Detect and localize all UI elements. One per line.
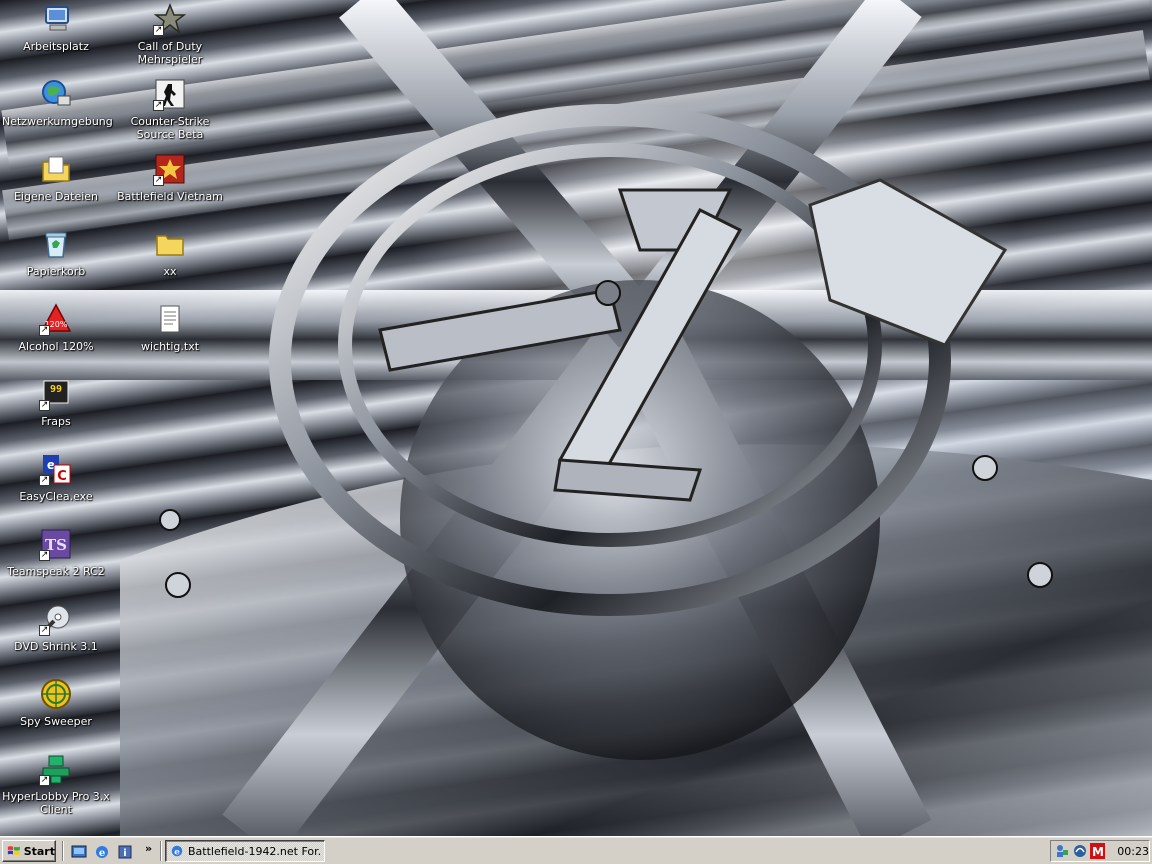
- taskbar-item-label: Battlefield-1942.net For...: [188, 844, 320, 858]
- desktop-icon-label: Eigene Dateien: [13, 190, 99, 203]
- my-computer-icon: [39, 2, 73, 36]
- shortcut-arrow-icon: ↗: [153, 100, 164, 111]
- tray-m-icon[interactable]: M: [1090, 843, 1106, 859]
- desktop-icon-eigene-dateien[interactable]: Eigene Dateien: [1, 152, 111, 222]
- shortcut-arrow-icon: ↗: [39, 400, 50, 411]
- hyperlobby-icon: ↗: [39, 752, 73, 786]
- shortcut-arrow-icon: ↗: [39, 325, 50, 336]
- svg-text:M: M: [1092, 845, 1104, 858]
- browser-window-icon: e: [171, 845, 183, 858]
- shortcut-arrow-icon: ↗: [39, 550, 50, 561]
- start-label: Start: [23, 844, 55, 858]
- my-documents-icon: [39, 152, 73, 186]
- spy-sweeper-icon: [39, 677, 73, 711]
- easyclea-icon: eC ↗: [39, 452, 73, 486]
- desktop-icon-alcohol-120[interactable]: 120% ↗ Alcohol 120%: [1, 302, 111, 372]
- network-user-icon: [1056, 845, 1068, 857]
- desktop-icon-label: Teamspeak 2 RC2: [7, 565, 105, 578]
- start-button[interactable]: Start: [2, 840, 56, 862]
- desktop-icon-arbeitsplatz[interactable]: Arbeitsplatz: [1, 2, 111, 72]
- quick-launch-more-button[interactable]: »: [145, 842, 152, 855]
- quick-launch-internet-explorer[interactable]: e: [93, 843, 111, 861]
- desktop-icon-netzwerkumgebung[interactable]: Netzwerkumgebung: [1, 77, 113, 147]
- desktop-icon-label: Spy Sweeper: [20, 715, 92, 728]
- desktop-icon-label: EasyClea.exe: [19, 490, 93, 503]
- desktop-icon-label: Alcohol 120%: [18, 340, 94, 353]
- shortcut-arrow-icon: ↗: [39, 475, 50, 486]
- svg-text:e: e: [99, 848, 105, 859]
- letter-m-icon: M: [1092, 845, 1104, 858]
- fraps-icon: 99 ↗: [39, 377, 73, 411]
- battlefield-vietnam-icon: ↗: [153, 152, 187, 186]
- desktop-icon-label: xx: [163, 265, 177, 278]
- internet-explorer-icon: e: [96, 846, 108, 859]
- network-places-icon: [39, 77, 73, 111]
- desktop-icon-label: Fraps: [41, 415, 71, 428]
- desktop-icon-hyperlobby[interactable]: ↗ HyperLobby Pro 3.x Client: [1, 752, 111, 822]
- counter-strike-icon: ↗: [153, 77, 187, 111]
- desktop-icon-wichtig-txt[interactable]: wichtig.txt: [115, 302, 225, 372]
- svg-text:99: 99: [50, 384, 62, 395]
- desktop-icon-label: Netzwerkumgebung: [2, 115, 113, 128]
- desktop-icon-label: Arbeitsplatz: [23, 40, 89, 53]
- call-of-duty-icon: ↗: [153, 2, 187, 36]
- desktop-icon-label: Papierkorb: [26, 265, 86, 278]
- svg-text:C: C: [57, 469, 67, 484]
- desktop-icon-label: wichtig.txt: [140, 340, 200, 353]
- shortcut-arrow-icon: ↗: [153, 25, 164, 36]
- desktop-icon-spy-sweeper[interactable]: Spy Sweeper: [1, 677, 111, 747]
- teamspeak-icon: TS ↗: [39, 527, 73, 561]
- svg-text:i: i: [123, 848, 126, 859]
- desktop-icon-battlefield-vietnam[interactable]: ↗ Battlefield Vietnam: [115, 152, 225, 222]
- desktop-icon-counter-strike[interactable]: ↗ Counter-Strike Source Beta: [115, 77, 225, 147]
- desktop-icon-teamspeak[interactable]: TS ↗ Teamspeak 2 RC2: [1, 527, 111, 597]
- desktop-icon-folder-xx[interactable]: xx: [115, 227, 225, 297]
- desktop-icon-label: HyperLobby Pro 3.x Client: [2, 790, 110, 816]
- shortcut-arrow-icon: ↗: [39, 625, 50, 636]
- taskbar-item-battlefield-forum[interactable]: e Battlefield-1942.net For...: [165, 840, 325, 862]
- system-tray: M 00:23: [1050, 840, 1150, 862]
- info-icon: i: [118, 845, 132, 859]
- desktop-icon-papierkorb[interactable]: Papierkorb: [1, 227, 111, 297]
- quick-launch-show-desktop[interactable]: [70, 843, 88, 861]
- shortcut-arrow-icon: ↗: [39, 775, 50, 786]
- taskbar-separator: [62, 841, 64, 861]
- desktop-icon-easyclea[interactable]: eC ↗ EasyClea.exe: [1, 452, 111, 522]
- dvd-shrink-icon: ↗: [39, 602, 73, 636]
- folder-icon: [153, 227, 187, 261]
- quick-launch-media[interactable]: i: [116, 843, 134, 861]
- text-file-icon: [153, 302, 187, 336]
- desktop-icon-fraps[interactable]: 99 ↗ Fraps: [1, 377, 111, 447]
- clock[interactable]: 00:23: [1117, 845, 1149, 858]
- taskbar-separator: [160, 841, 162, 861]
- svg-text:e: e: [174, 848, 180, 858]
- shortcut-arrow-icon: ↗: [153, 175, 164, 186]
- taskbar: Start e i » e Battlefield-1942.net For..…: [0, 836, 1152, 864]
- desktop-icon-label: Call of Duty Mehrspieler: [137, 40, 203, 66]
- desktop[interactable]: Arbeitsplatz Netzwerkumgebung Eigene Dat…: [0, 0, 1152, 836]
- alcohol-120-icon: 120% ↗: [39, 302, 73, 336]
- show-desktop-icon: [71, 845, 87, 858]
- desktop-icon-call-of-duty[interactable]: ↗ Call of Duty Mehrspieler: [115, 2, 225, 72]
- tray-headset-icon[interactable]: [1072, 843, 1087, 859]
- tray-network-icon[interactable]: [1054, 843, 1069, 859]
- recycle-bin-icon: [39, 227, 73, 261]
- desktop-icon-label: Battlefield Vietnam: [117, 190, 223, 203]
- headset-icon: [1073, 845, 1086, 857]
- desktop-icon-dvd-shrink[interactable]: ↗ DVD Shrink 3.1: [1, 602, 111, 672]
- desktop-icon-label: DVD Shrink 3.1: [14, 640, 98, 653]
- windows-logo-icon: [7, 846, 20, 855]
- desktop-icon-label: Counter-Strike Source Beta: [130, 115, 210, 141]
